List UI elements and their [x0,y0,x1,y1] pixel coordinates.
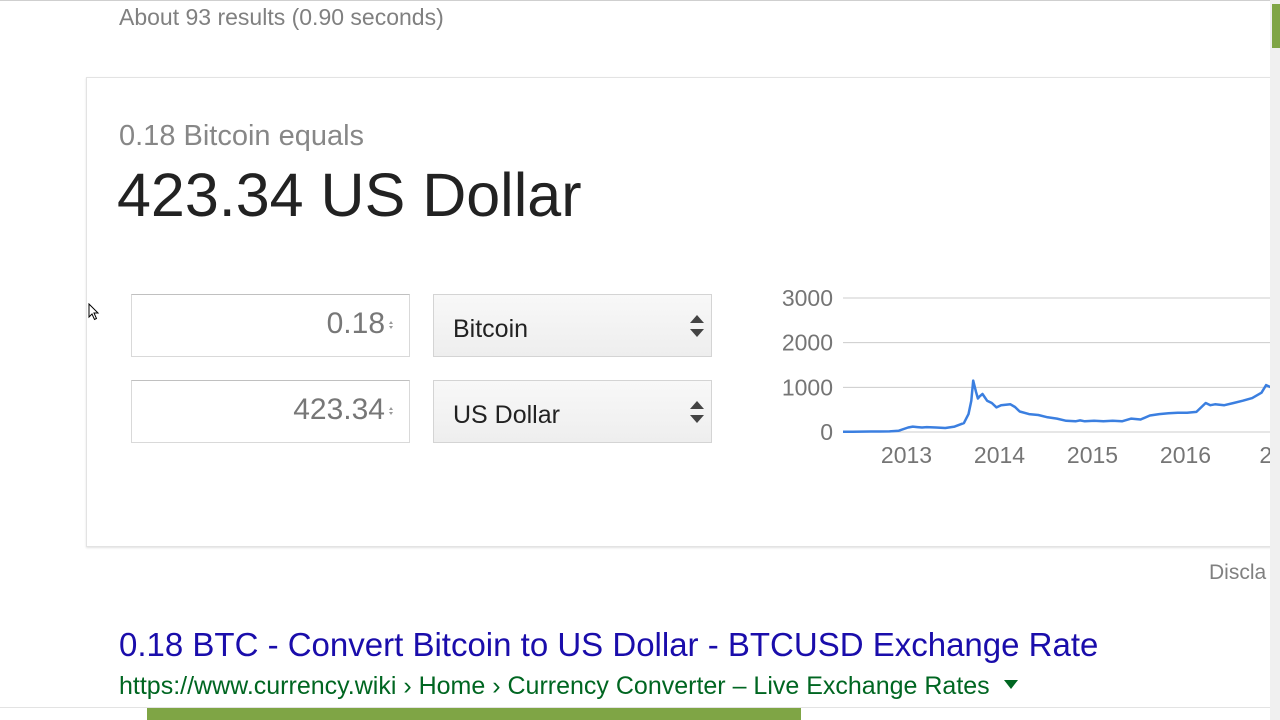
from-currency-label: Bitcoin [453,315,529,343]
chart-x-tick-label: 2014 [974,442,1025,468]
chart-y-tick-label: 0 [820,419,833,445]
search-result-title-link[interactable]: 0.18 BTC - Convert Bitcoin to US Dollar … [119,626,1098,664]
vertical-scrollbar-track[interactable] [1270,0,1280,720]
vertical-scrollbar-thumb[interactable] [1272,4,1280,48]
from-amount-value: 0.18 [326,307,385,340]
chart-x-tick-label: 2013 [881,442,932,468]
converter-result-text: 423.34 US Dollar [117,161,582,229]
result-stats: About 93 results (0.90 seconds) [119,4,444,30]
chart-y-tick-label: 1000 [782,374,833,400]
chart-y-tick-label: 3000 [782,285,833,311]
up-down-arrows-icon [690,315,704,337]
horizontal-scrollbar-thumb[interactable] [147,708,801,720]
from-currency-select[interactable]: Bitcoin [433,294,712,357]
price-history-chart[interactable]: 30002000100002013201420152016201 [770,280,1280,480]
converter-equals-text: 0.18 Bitcoin equals [119,120,365,152]
to-amount-value: 423.34 [293,393,385,426]
to-currency-label: US Dollar [453,401,560,429]
dropdown-arrow-icon[interactable] [1003,679,1018,689]
top-divider [0,0,1280,1]
search-result-url: https://www.currency.wiki › Home › Curre… [119,672,1018,701]
search-result-url-text: https://www.currency.wiki › Home › Curre… [119,672,990,700]
chart-x-tick-label: 2015 [1067,442,1118,468]
number-spinner-icon[interactable] [388,320,394,330]
search-results-page: About 93 results (0.90 seconds) 0.18 Bit… [0,0,1280,720]
chart-x-tick-label: 2016 [1160,442,1211,468]
disclaimer-link[interactable]: Discla [1209,561,1266,585]
from-amount-input[interactable]: 0.18 [131,294,410,357]
chart-y-tick-label: 2000 [782,330,833,356]
chart-series-line [843,379,1272,433]
mouse-pointer-icon [88,303,100,321]
number-spinner-icon[interactable] [388,406,394,416]
up-down-arrows-icon [690,401,704,423]
to-amount-input[interactable]: 423.34 [131,380,410,443]
to-currency-select[interactable]: US Dollar [433,380,712,443]
